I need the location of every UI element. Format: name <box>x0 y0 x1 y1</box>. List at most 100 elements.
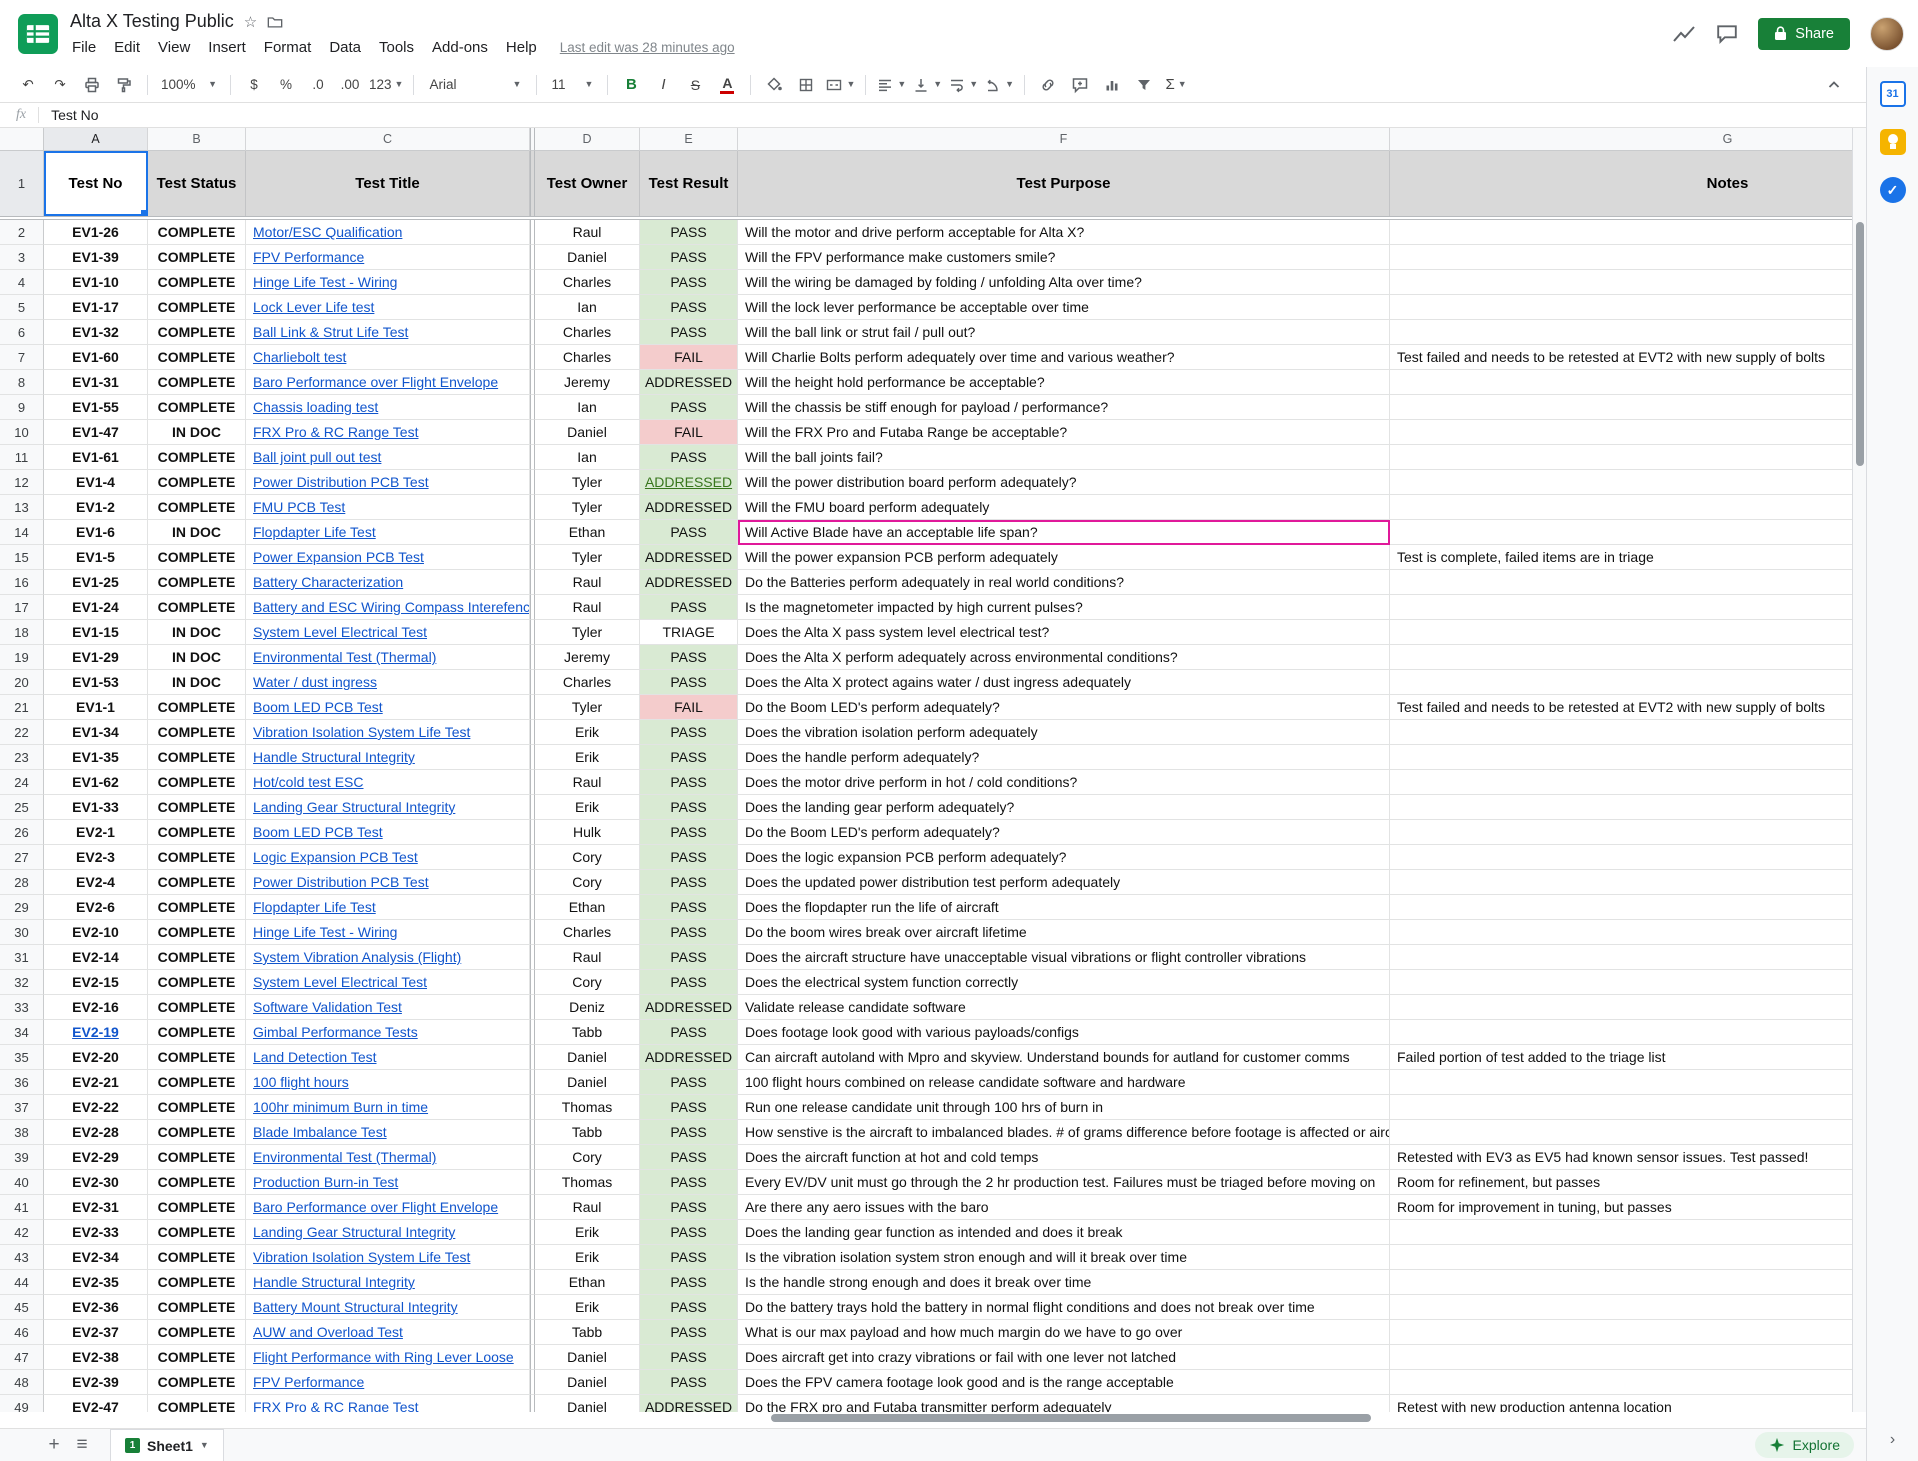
cell-D38[interactable]: Tabb <box>535 1120 640 1145</box>
cell-D37[interactable]: Thomas <box>535 1095 640 1120</box>
cell-B13[interactable]: COMPLETE <box>148 495 246 520</box>
cell-D17[interactable]: Raul <box>535 595 640 620</box>
test-title-link[interactable]: Logic Expansion PCB Test <box>253 849 418 865</box>
cell-E32[interactable]: PASS <box>640 970 738 995</box>
cell-B10[interactable]: IN DOC <box>148 420 246 445</box>
row-header-14[interactable]: 14 <box>0 520 44 545</box>
test-title-link[interactable]: Battery Mount Structural Integrity <box>253 1299 458 1315</box>
cell-C19[interactable]: Environmental Test (Thermal) <box>246 645 530 670</box>
cell-B40[interactable]: COMPLETE <box>148 1170 246 1195</box>
row-header-37[interactable]: 37 <box>0 1095 44 1120</box>
cell-E16[interactable]: ADDRESSED <box>640 570 738 595</box>
cell-F5[interactable]: Will the lock lever performance be accep… <box>738 295 1390 320</box>
test-title-link[interactable]: Ball joint pull out test <box>253 449 381 465</box>
row-header-24[interactable]: 24 <box>0 770 44 795</box>
cell-F4[interactable]: Will the wiring be damaged by folding / … <box>738 270 1390 295</box>
row-header-20[interactable]: 20 <box>0 670 44 695</box>
row-header-47[interactable]: 47 <box>0 1345 44 1370</box>
cell-G13[interactable] <box>1390 495 1852 520</box>
test-title-link[interactable]: Hinge Life Test - Wiring <box>253 924 397 940</box>
row-header-34[interactable]: 34 <box>0 1020 44 1045</box>
cell-D34[interactable]: Tabb <box>535 1020 640 1045</box>
bold-button[interactable]: B <box>615 72 647 98</box>
cell-A25[interactable]: EV1-33 <box>44 795 148 820</box>
cell-C23[interactable]: Handle Structural Integrity <box>246 745 530 770</box>
cell-E10[interactable]: FAIL <box>640 420 738 445</box>
cell-A26[interactable]: EV2-1 <box>44 820 148 845</box>
cell-A35[interactable]: EV2-20 <box>44 1045 148 1070</box>
cell-G5[interactable] <box>1390 295 1852 320</box>
cell-C29[interactable]: Flopdapter Life Test <box>246 895 530 920</box>
cell-F14[interactable]: Will Active Blade have an acceptable lif… <box>738 520 1390 545</box>
cell-E38[interactable]: PASS <box>640 1120 738 1145</box>
cell-G32[interactable] <box>1390 970 1852 995</box>
cell-D29[interactable]: Ethan <box>535 895 640 920</box>
cell-F1[interactable]: Test Purpose <box>738 151 1390 216</box>
row-header-2[interactable]: 2 <box>0 220 44 245</box>
test-title-link[interactable]: Blade Imbalance Test <box>253 1124 387 1140</box>
cell-C16[interactable]: Battery Characterization <box>246 570 530 595</box>
last-edit-link[interactable]: Last edit was 28 minutes ago <box>560 40 735 55</box>
explore-button[interactable]: Explore <box>1755 1432 1854 1458</box>
cell-E9[interactable]: PASS <box>640 395 738 420</box>
cell-D19[interactable]: Jeremy <box>535 645 640 670</box>
cell-F21[interactable]: Do the Boom LED's perform adequately? <box>738 695 1390 720</box>
cell-C47[interactable]: Flight Performance with Ring Lever Loose <box>246 1345 530 1370</box>
cell-F47[interactable]: Does aircraft get into crazy vibrations … <box>738 1345 1390 1370</box>
cell-D28[interactable]: Cory <box>535 870 640 895</box>
row-header-44[interactable]: 44 <box>0 1270 44 1295</box>
user-avatar[interactable] <box>1870 17 1904 51</box>
cell-C41[interactable]: Baro Performance over Flight Envelope <box>246 1195 530 1220</box>
cell-E40[interactable]: PASS <box>640 1170 738 1195</box>
menu-insert[interactable]: Insert <box>199 39 255 56</box>
test-title-link[interactable]: Ball Link & Strut Life Test <box>253 324 408 340</box>
cell-G43[interactable] <box>1390 1245 1852 1270</box>
borders-button[interactable] <box>790 72 822 98</box>
cell-A29[interactable]: EV2-6 <box>44 895 148 920</box>
cell-B47[interactable]: COMPLETE <box>148 1345 246 1370</box>
cell-E25[interactable]: PASS <box>640 795 738 820</box>
cell-G26[interactable] <box>1390 820 1852 845</box>
test-title-link[interactable]: Lock Lever Life test <box>253 299 374 315</box>
cell-D2[interactable]: Raul <box>535 220 640 245</box>
cell-D25[interactable]: Erik <box>535 795 640 820</box>
cell-G8[interactable] <box>1390 370 1852 395</box>
row-header-30[interactable]: 30 <box>0 920 44 945</box>
cell-B18[interactable]: IN DOC <box>148 620 246 645</box>
test-title-link[interactable]: FMU PCB Test <box>253 499 345 515</box>
row-header-22[interactable]: 22 <box>0 720 44 745</box>
row-header-23[interactable]: 23 <box>0 745 44 770</box>
italic-button[interactable]: I <box>647 72 679 98</box>
cell-G4[interactable] <box>1390 270 1852 295</box>
cell-B32[interactable]: COMPLETE <box>148 970 246 995</box>
functions-button[interactable]: Σ▼ <box>1160 72 1192 98</box>
cell-B11[interactable]: COMPLETE <box>148 445 246 470</box>
row-header-8[interactable]: 8 <box>0 370 44 395</box>
cell-A11[interactable]: EV1-61 <box>44 445 148 470</box>
menu-format[interactable]: Format <box>255 39 321 56</box>
cell-F23[interactable]: Does the handle perform adequately? <box>738 745 1390 770</box>
cell-C12[interactable]: Power Distribution PCB Test <box>246 470 530 495</box>
cell-C5[interactable]: Lock Lever Life test <box>246 295 530 320</box>
column-header-E[interactable]: E <box>640 128 738 151</box>
row-header-32[interactable]: 32 <box>0 970 44 995</box>
cell-G37[interactable] <box>1390 1095 1852 1120</box>
cell-D6[interactable]: Charles <box>535 320 640 345</box>
cell-E4[interactable]: PASS <box>640 270 738 295</box>
test-title-link[interactable]: FRX Pro & RC Range Test <box>253 424 418 440</box>
row-header-27[interactable]: 27 <box>0 845 44 870</box>
document-title[interactable]: Alta X Testing Public <box>70 11 234 32</box>
cell-E27[interactable]: PASS <box>640 845 738 870</box>
cell-G41[interactable]: Room for improvement in tuning, but pass… <box>1390 1195 1852 1220</box>
test-title-link[interactable]: Environmental Test (Thermal) <box>253 649 436 665</box>
add-sheet-button[interactable]: + <box>40 1434 68 1456</box>
cell-A8[interactable]: EV1-31 <box>44 370 148 395</box>
selection-fill-handle[interactable] <box>141 210 148 216</box>
test-title-link[interactable]: Handle Structural Integrity <box>253 1274 415 1290</box>
test-title-link[interactable]: FRX Pro & RC Range Test <box>253 1399 418 1412</box>
cell-A36[interactable]: EV2-21 <box>44 1070 148 1095</box>
cell-F22[interactable]: Does the vibration isolation perform ade… <box>738 720 1390 745</box>
cell-D33[interactable]: Deniz <box>535 995 640 1020</box>
cell-G25[interactable] <box>1390 795 1852 820</box>
cell-C25[interactable]: Landing Gear Structural Integrity <box>246 795 530 820</box>
